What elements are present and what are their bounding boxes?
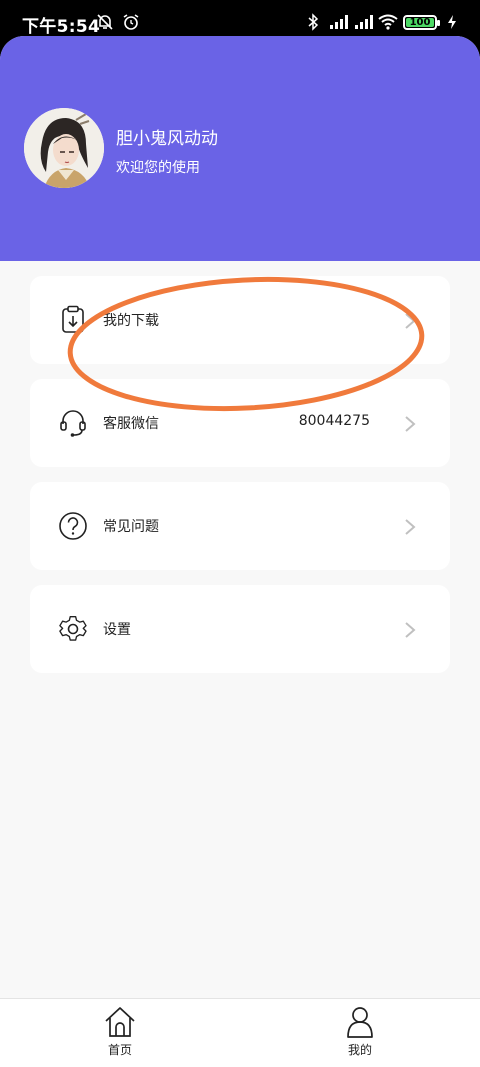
chevron-right-icon <box>405 622 416 638</box>
avatar[interactable] <box>24 108 104 188</box>
tab-label: 首页 <box>107 1043 132 1057</box>
menu-item-downloads[interactable]: 我的下载 <box>30 276 450 364</box>
user-icon <box>347 1007 373 1038</box>
profile-header: 胆小鬼风动动 欢迎您的使用 <box>0 36 480 261</box>
wifi-icon <box>378 12 398 32</box>
clipboard-icon <box>62 305 84 333</box>
menu-item-label: 我的下载 <box>103 313 159 329</box>
headset-icon <box>60 410 86 437</box>
chevron-right-icon <box>405 313 416 329</box>
bottom-tab-bar: 首页 我的 <box>0 998 480 1067</box>
welcome-text: 欢迎您的使用 <box>116 160 200 176</box>
bluetooth-icon <box>303 12 323 32</box>
tab-label: 我的 <box>347 1043 372 1057</box>
mute-bell-icon <box>95 12 115 32</box>
menu-item-faq[interactable]: 常见问题 <box>30 482 450 570</box>
chevron-right-icon <box>405 416 416 432</box>
username: 胆小鬼风动动 <box>116 129 218 149</box>
menu-item-label: 设置 <box>103 622 131 638</box>
charging-icon <box>442 12 462 32</box>
menu-item-wechat-support[interactable]: 客服微信 80044275 <box>30 379 450 467</box>
tab-mine[interactable]: 我的 <box>330 1005 390 1058</box>
app-screen: 胆小鬼风动动 欢迎您的使用 我的下载 客服微信 80044275 常见问题 设置… <box>0 36 480 1067</box>
question-icon <box>59 512 87 540</box>
status-time: 下午5:54 <box>22 17 101 37</box>
menu-item-label: 客服微信 <box>103 416 159 432</box>
battery-indicator: 100 <box>403 14 440 30</box>
wechat-id-value: 80044275 <box>298 413 370 429</box>
chevron-right-icon <box>405 519 416 535</box>
alarm-icon <box>121 12 141 32</box>
menu-item-label: 常见问题 <box>103 519 159 535</box>
signal-icon-1 <box>328 12 348 32</box>
tab-home[interactable]: 首页 <box>90 1005 150 1058</box>
signal-icon-2 <box>353 12 373 32</box>
home-icon <box>105 1007 135 1037</box>
gear-icon <box>59 616 87 641</box>
menu-item-settings[interactable]: 设置 <box>30 585 450 673</box>
